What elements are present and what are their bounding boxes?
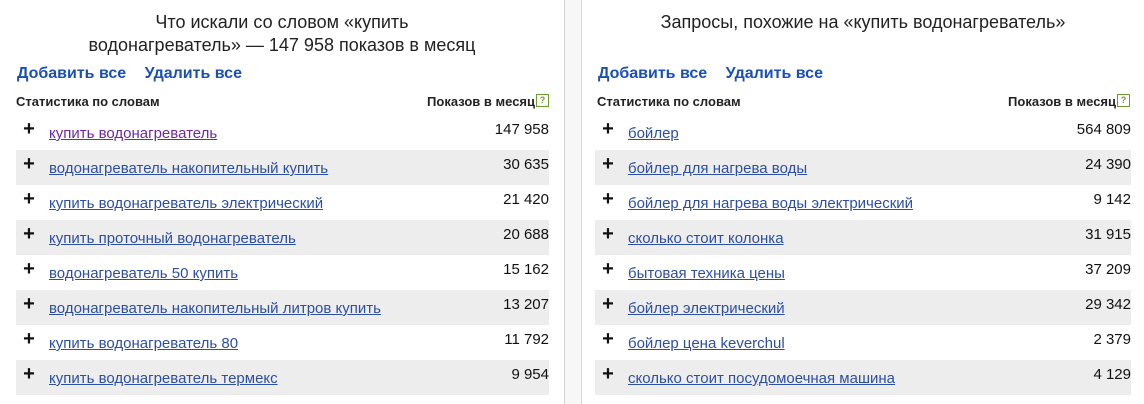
keyword-row: + бойлер для нагрева воды электрический 9 … — [595, 185, 1131, 220]
panel-divider — [565, 0, 581, 404]
keyword-row: + водонагреватель накопительный литров ку… — [16, 290, 549, 325]
bulk-actions: Добавить все Удалить все — [598, 65, 837, 83]
add-keyword-plus-icon[interactable]: + — [22, 154, 36, 174]
keyword-row: + бойлер для нагрева воды 24 390 — [595, 150, 1131, 185]
keyword-list: + бойлер 564 809 + бойлер для нагрева воды 24… — [595, 115, 1131, 395]
panel-title-line2: водонагреватель» — 147 958 показов в мес… — [88, 35, 476, 55]
impressions-count: 31 915 — [1085, 226, 1131, 243]
impressions-count: 4 129 — [1093, 366, 1131, 383]
impressions-count: 30 635 — [503, 156, 549, 173]
add-keyword-plus-icon[interactable]: + — [601, 329, 615, 349]
panel-title: Что искали со словом «купить водонагрева… — [0, 11, 564, 57]
keyword-row: + водонагреватель накопительный купить 30 … — [16, 150, 549, 185]
impressions-count: 13 207 — [503, 296, 549, 313]
impressions-count: 147 958 — [494, 121, 549, 138]
add-keyword-plus-icon[interactable]: + — [601, 364, 615, 384]
add-keyword-plus-icon[interactable]: + — [601, 259, 615, 279]
keyword-link[interactable]: водонагреватель 50 купить — [49, 265, 238, 282]
help-icon[interactable]: ? — [1117, 94, 1130, 107]
keyword-row: + бойлер 564 809 — [595, 115, 1131, 150]
keyword-link[interactable]: бойлер для нагрева воды — [628, 160, 807, 177]
keyword-row: + водонагреватель 50 купить 15 162 — [16, 255, 549, 290]
column-header-keyword: Статистика по словам — [16, 94, 160, 109]
keyword-link[interactable]: водонагреватель накопительный купить — [49, 160, 328, 177]
keyword-link[interactable]: купить водонагреватель — [49, 125, 217, 142]
keyword-row: + сколько стоит колонка 31 915 — [595, 220, 1131, 255]
keyword-row: + бойлер цена keverchul 2 379 — [595, 325, 1131, 360]
keyword-link[interactable]: бойлер электрический — [628, 300, 785, 317]
keyword-row: + купить водонагреватель 147 958 — [16, 115, 549, 150]
keyword-row: + бытовая техника цены 37 209 — [595, 255, 1131, 290]
add-keyword-plus-icon[interactable]: + — [601, 189, 615, 209]
add-keyword-plus-icon[interactable]: + — [601, 294, 615, 314]
column-header-keyword: Статистика по словам — [597, 94, 741, 109]
impressions-count: 20 688 — [503, 226, 549, 243]
keyword-link[interactable]: купить водонагреватель электрический — [49, 195, 323, 212]
add-keyword-plus-icon[interactable]: + — [22, 294, 36, 314]
impressions-count: 9 142 — [1093, 191, 1131, 208]
add-keyword-plus-icon[interactable]: + — [22, 119, 36, 139]
keyword-row: + купить водонагреватель 80 11 792 — [16, 325, 549, 360]
keyword-row: + бойлер электрический 29 342 — [595, 290, 1131, 325]
keyword-row: + купить водонагреватель термекс 9 954 — [16, 360, 549, 395]
column-header-impressions-label: Показов в месяц — [427, 94, 535, 109]
impressions-count: 2 379 — [1093, 331, 1131, 348]
add-keyword-plus-icon[interactable]: + — [601, 224, 615, 244]
related-words-panel: Что искали со словом «купить водонагрева… — [0, 0, 565, 404]
add-all-link[interactable]: Добавить все — [598, 65, 707, 82]
add-keyword-plus-icon[interactable]: + — [22, 364, 36, 384]
keyword-row: + сколько стоит посудомоечная машина 4 129 — [595, 360, 1131, 395]
help-icon[interactable]: ? — [536, 94, 549, 107]
impressions-count: 564 809 — [1076, 121, 1131, 138]
keyword-link[interactable]: купить водонагреватель 80 — [49, 335, 238, 352]
add-keyword-plus-icon[interactable]: + — [22, 189, 36, 209]
keyword-link[interactable]: бойлер цена keverchul — [628, 335, 785, 352]
add-keyword-plus-icon[interactable]: + — [601, 119, 615, 139]
panel-title-line1: Что искали со словом «купить — [155, 12, 409, 32]
add-keyword-plus-icon[interactable]: + — [22, 224, 36, 244]
keyword-link[interactable]: бытовая техника цены — [628, 265, 785, 282]
panel-title-line1: Запросы, похожие на «купить водонагреват… — [660, 12, 1066, 32]
keyword-link[interactable]: купить водонагреватель термекс — [49, 370, 278, 387]
bulk-actions: Добавить все Удалить все — [17, 65, 256, 83]
remove-all-link[interactable]: Удалить все — [726, 65, 823, 82]
add-keyword-plus-icon[interactable]: + — [22, 329, 36, 349]
remove-all-link[interactable]: Удалить все — [145, 65, 242, 82]
keyword-link[interactable]: купить проточный водонагреватель — [49, 230, 296, 247]
add-all-link[interactable]: Добавить все — [17, 65, 126, 82]
impressions-count: 24 390 — [1085, 156, 1131, 173]
impressions-count: 37 209 — [1085, 261, 1131, 278]
keyword-row: + купить проточный водонагреватель 20 688 — [16, 220, 549, 255]
keyword-link[interactable]: сколько стоит колонка — [628, 230, 784, 247]
table-header: Статистика по словам Показов в месяц? — [597, 94, 1130, 112]
keyword-row: + купить водонагреватель электрический 21 … — [16, 185, 549, 220]
add-keyword-plus-icon[interactable]: + — [601, 154, 615, 174]
keyword-list: + купить водонагреватель 147 958 + водонагре… — [16, 115, 549, 395]
column-header-impressions-label: Показов в месяц — [1008, 94, 1116, 109]
impressions-count: 15 162 — [503, 261, 549, 278]
impressions-count: 11 792 — [504, 331, 549, 348]
impressions-count: 21 420 — [503, 191, 549, 208]
add-keyword-plus-icon[interactable]: + — [22, 259, 36, 279]
panel-title: Запросы, похожие на «купить водонагреват… — [582, 11, 1144, 34]
keyword-link[interactable]: бойлер — [628, 125, 679, 142]
column-header-impressions: Показов в месяц? — [427, 94, 549, 109]
column-header-impressions: Показов в месяц? — [1008, 94, 1130, 109]
keyword-link[interactable]: водонагреватель накопительный литров куп… — [49, 300, 381, 317]
impressions-count: 9 954 — [511, 366, 549, 383]
table-header: Статистика по словам Показов в месяц? — [16, 94, 549, 112]
keyword-link[interactable]: сколько стоит посудомоечная машина — [628, 370, 895, 387]
keyword-link[interactable]: бойлер для нагрева воды электрический — [628, 195, 913, 212]
similar-queries-panel: Запросы, похожие на «купить водонагреват… — [581, 0, 1144, 404]
impressions-count: 29 342 — [1085, 296, 1131, 313]
